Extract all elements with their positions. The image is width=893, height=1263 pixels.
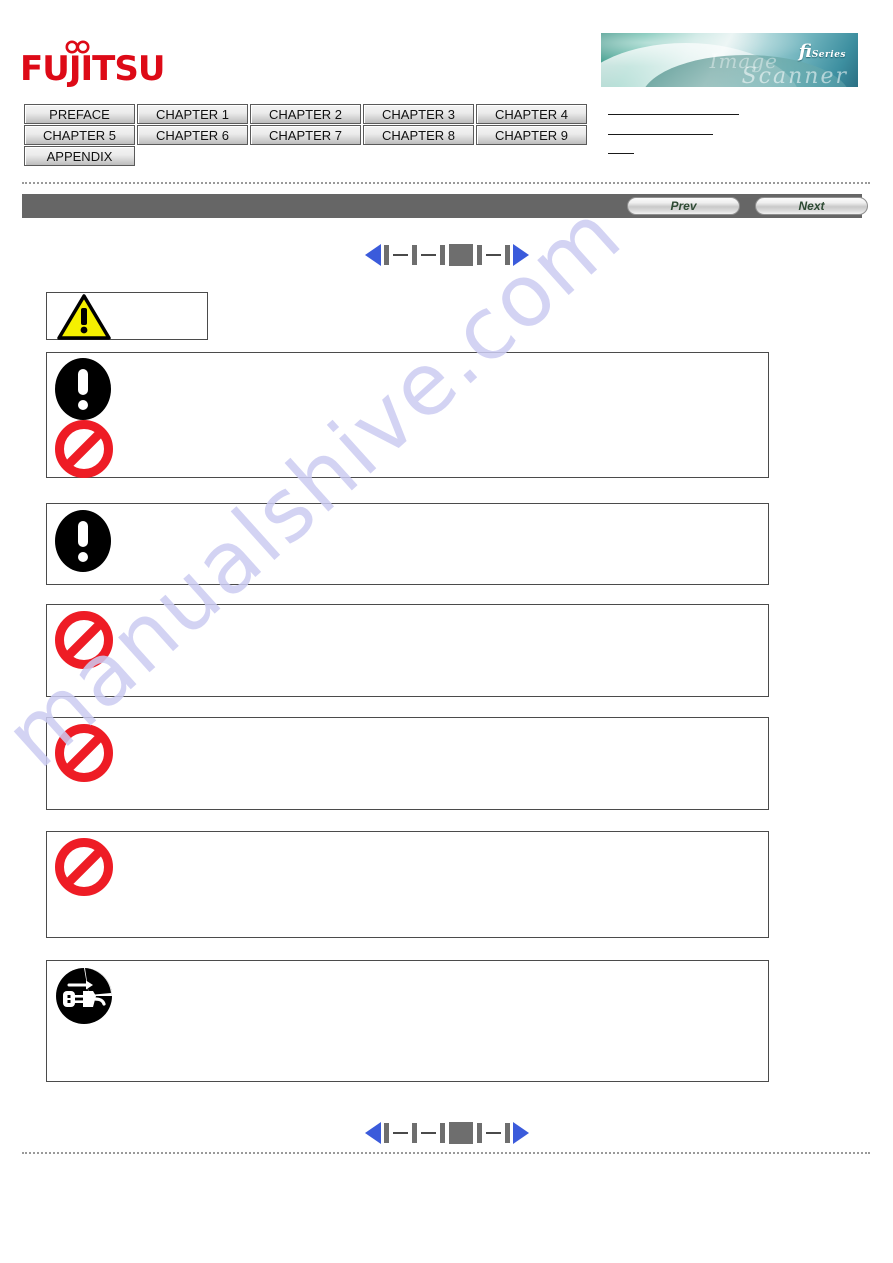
tab-chapter-8[interactable]: CHAPTER 8	[363, 125, 474, 145]
pager-mark-3[interactable]	[439, 245, 445, 265]
pager-mark-3[interactable]	[439, 1123, 445, 1143]
pager-next-arrow-icon[interactable]	[512, 244, 529, 266]
tab-chapter-5[interactable]: CHAPTER 5	[24, 125, 135, 145]
tab-row-3: APPENDIX	[24, 146, 587, 166]
pager-mark-4[interactable]	[476, 1123, 482, 1143]
notice-box-6	[46, 960, 769, 1082]
fujitsu-logo: FUJITSU	[20, 36, 165, 88]
pager-next-arrow-icon[interactable]	[512, 1122, 529, 1144]
pager-current-page	[448, 244, 473, 266]
banner-fi-text: fi	[798, 41, 812, 62]
pager-dash-1	[392, 254, 408, 256]
notice-box-3	[46, 604, 769, 697]
pager-mark-2[interactable]	[411, 1123, 417, 1143]
pager-prev-arrow-icon[interactable]	[364, 244, 381, 266]
warning-header-box	[46, 292, 208, 340]
pager-current-page	[448, 1122, 473, 1144]
prohibition-icon	[55, 420, 113, 478]
pager-mark-1[interactable]	[383, 1123, 389, 1143]
banner-fi-series-label: fiSeries	[799, 41, 846, 62]
tab-preface[interactable]: PREFACE	[24, 104, 135, 124]
page-indicator-top	[0, 244, 893, 266]
notice-box-4	[46, 717, 769, 810]
prohibition-icon	[55, 724, 113, 782]
pager-mark-1[interactable]	[383, 245, 389, 265]
fi-series-scanner-banner: Image Scanner fiSeries	[601, 33, 858, 87]
page-indicator-bottom	[0, 1122, 893, 1144]
notice-box-2	[46, 503, 769, 585]
chapter-tab-navigation: PREFACE CHAPTER 1 CHAPTER 2 CHAPTER 3 CH…	[24, 104, 587, 167]
prohibition-icon	[55, 838, 113, 896]
stripped-link-rule-1	[608, 114, 739, 115]
pager-mark-2[interactable]	[411, 245, 417, 265]
tab-chapter-4[interactable]: CHAPTER 4	[476, 104, 587, 124]
tab-chapter-3[interactable]: CHAPTER 3	[363, 104, 474, 124]
prohibition-icon	[55, 611, 113, 669]
pager-mark-5[interactable]	[504, 245, 510, 265]
pager-dash-3	[485, 254, 501, 256]
fujitsu-wordmark: FUJITSU	[20, 49, 165, 89]
pager-mark-4[interactable]	[476, 245, 482, 265]
tab-chapter-9[interactable]: CHAPTER 9	[476, 125, 587, 145]
divider-bottom	[22, 1152, 870, 1154]
prev-next-toolbar: Prev Next	[22, 194, 868, 218]
tab-chapter-7[interactable]: CHAPTER 7	[250, 125, 361, 145]
banner-scanner-script: Scanner	[741, 64, 848, 87]
tab-chapter-6[interactable]: CHAPTER 6	[137, 125, 248, 145]
unplug-power-cord-icon	[55, 967, 113, 1025]
tab-appendix[interactable]: APPENDIX	[24, 146, 135, 166]
pager-dash-1	[392, 1132, 408, 1134]
pager-mark-5[interactable]	[504, 1123, 510, 1143]
warning-triangle-icon	[57, 294, 111, 340]
next-button[interactable]: Next	[755, 197, 868, 215]
tab-chapter-2[interactable]: CHAPTER 2	[250, 104, 361, 124]
mandatory-exclamation-icon	[55, 510, 111, 572]
tab-row-1: PREFACE CHAPTER 1 CHAPTER 2 CHAPTER 3 CH…	[24, 104, 587, 124]
pager-dash-2	[420, 1132, 436, 1134]
notice-box-1	[46, 352, 769, 478]
pager-dash-3	[485, 1132, 501, 1134]
mandatory-exclamation-icon	[55, 358, 111, 420]
pager-prev-arrow-icon[interactable]	[364, 1122, 381, 1144]
prev-button[interactable]: Prev	[627, 197, 740, 215]
tab-row-2: CHAPTER 5 CHAPTER 6 CHAPTER 7 CHAPTER 8 …	[24, 125, 587, 145]
pager-dash-2	[420, 254, 436, 256]
divider-top	[22, 182, 870, 184]
stripped-link-rule-2	[608, 134, 713, 135]
tab-chapter-1[interactable]: CHAPTER 1	[137, 104, 248, 124]
banner-series-text: Series	[811, 50, 846, 60]
notice-box-5	[46, 831, 769, 938]
stripped-link-rule-3	[608, 153, 634, 154]
